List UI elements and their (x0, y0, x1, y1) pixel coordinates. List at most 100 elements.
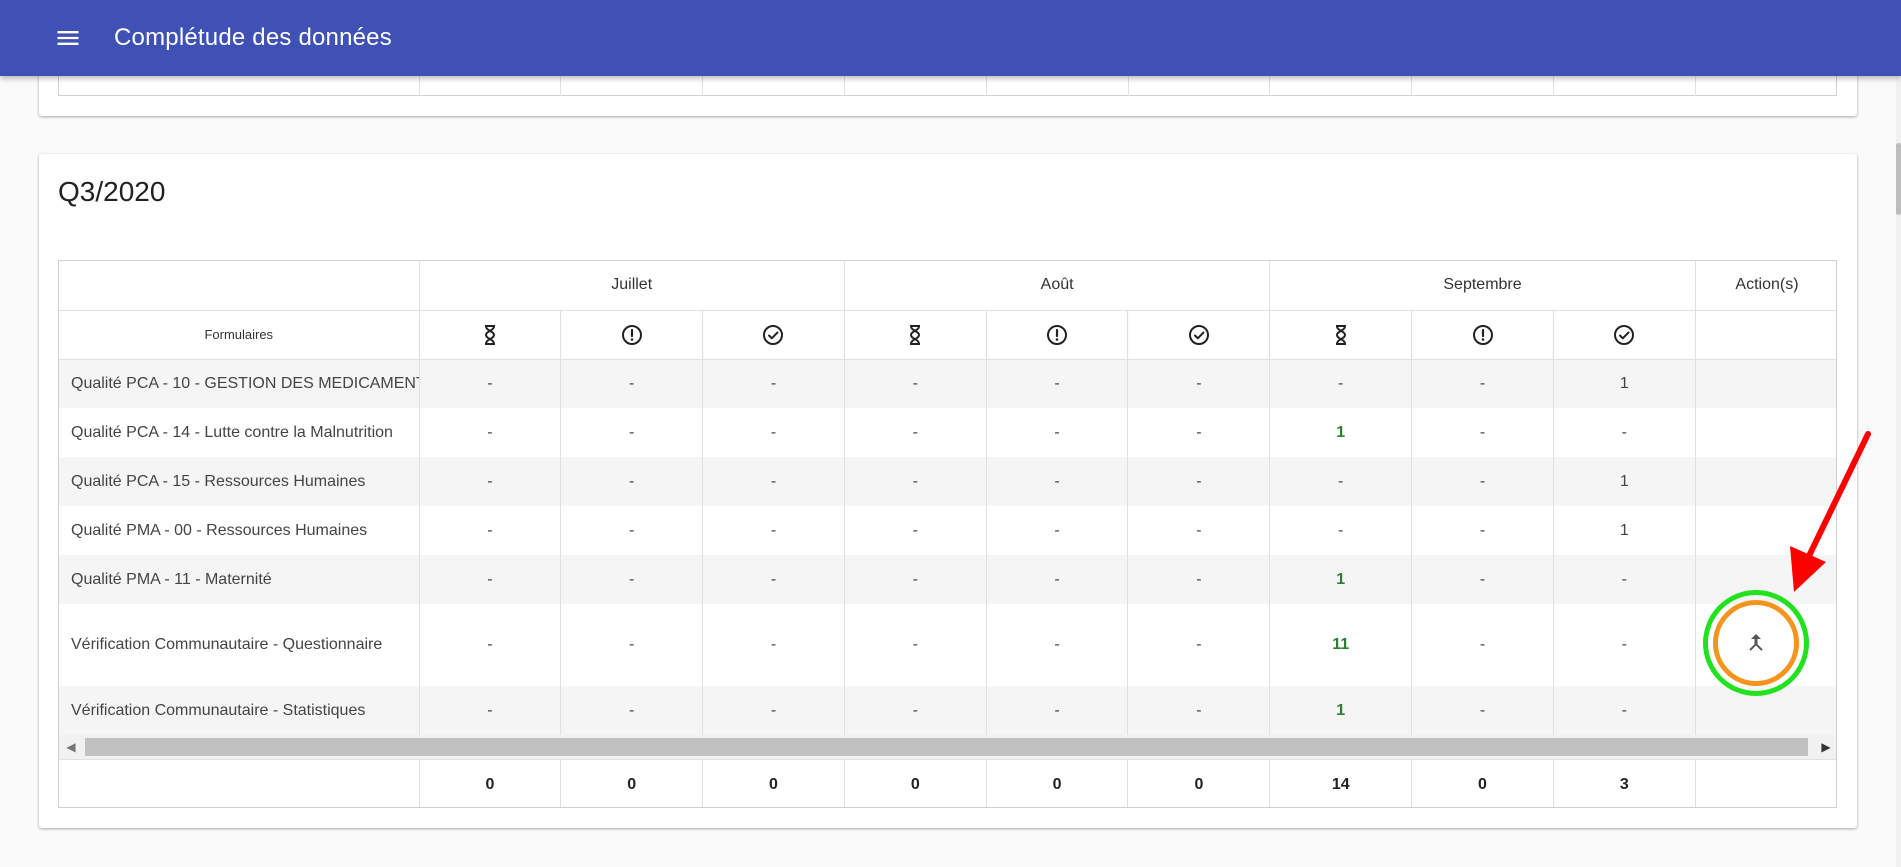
count-cell: - (1553, 604, 1696, 686)
count-value: - (912, 570, 918, 588)
form-name: Qualité PCA - 15 - Ressources Humaines (59, 457, 420, 506)
scroll-right-arrow-icon[interactable]: ▶ (1814, 735, 1836, 759)
count-value: - (770, 423, 777, 441)
count-cell: - (1127, 408, 1271, 457)
table-horizontal-scrollbar-row: ◀ ▶ (59, 735, 1836, 760)
status-icon-row: Formulaires (59, 310, 1836, 360)
count-value: - (629, 701, 635, 719)
menu-icon (57, 31, 79, 45)
count-value: - (1054, 636, 1060, 653)
count-value[interactable]: 1 (1336, 424, 1345, 441)
count-value: - (1621, 423, 1627, 441)
count-value: - (629, 636, 635, 653)
count-value: - (487, 423, 493, 441)
count-value: - (1196, 423, 1202, 441)
count-value: - (912, 521, 918, 539)
form-name: Vérification Communautaire - Statistique… (59, 686, 420, 735)
quarter-card: Q3/2020 Juillet Août Septembre Action(s) (39, 154, 1857, 828)
menu-button[interactable] (44, 14, 92, 62)
count-value: - (1621, 701, 1627, 719)
count-cell: - (1127, 506, 1271, 555)
count-value: - (629, 423, 635, 441)
check-circle-icon (702, 310, 845, 360)
count-cell: - (1411, 555, 1554, 604)
merge-action-button-inner[interactable] (1713, 600, 1799, 686)
count-value: - (1196, 472, 1202, 490)
count-value: - (770, 374, 777, 392)
count-cell: - (560, 359, 704, 408)
horizontal-scrollbar-thumb[interactable] (85, 738, 1808, 756)
count-value[interactable]: 1 (1336, 571, 1345, 588)
hourglass-icon (844, 310, 987, 360)
count-cell: - (986, 408, 1129, 457)
count-cell: - (986, 555, 1129, 604)
count-cell: - (986, 506, 1129, 555)
alert-circle-icon (560, 310, 704, 360)
table-row: Vérification Communautaire - Statistique… (59, 686, 1836, 735)
month-header-september: Septembre (1269, 261, 1696, 311)
table-row: Vérification Communautaire - Questionnai… (59, 604, 1836, 686)
form-name: Qualité PCA - 10 - GESTION DES MEDICAMEN… (59, 359, 420, 408)
count-cell: - (1269, 359, 1413, 408)
table-row: Qualité PCA - 15 - Ressources Humaines - -… (59, 457, 1836, 506)
count-cell: - (844, 555, 987, 604)
total-action-cell (1695, 759, 1836, 807)
count-value: - (912, 701, 918, 719)
table-row: Qualité PMA - 11 - Maternité - - - - - - 1 - - (59, 555, 1836, 604)
count-cell: - (844, 506, 987, 555)
form-name: Vérification Communautaire - Questionnai… (59, 604, 420, 686)
count-cell: - (1553, 555, 1696, 604)
count-value: - (1479, 701, 1486, 719)
merge-icon (1749, 634, 1763, 651)
count-value: - (912, 423, 918, 441)
check-circle-icon (1553, 310, 1696, 360)
count-value: - (1479, 636, 1486, 653)
count-value: - (1621, 636, 1627, 653)
count-value: - (1054, 701, 1060, 719)
count-cell: - (702, 686, 845, 735)
count-cell: - (1411, 506, 1554, 555)
count-cell: - (1553, 686, 1696, 735)
count-cell: 1 (1553, 359, 1696, 408)
count-value: - (487, 636, 493, 653)
form-name: Qualité PMA - 11 - Maternité (59, 555, 420, 604)
action-cell (1695, 359, 1836, 408)
count-value[interactable]: 1 (1336, 702, 1345, 719)
hourglass-icon (1269, 310, 1413, 360)
count-value: - (487, 374, 493, 392)
horizontal-scrollbar[interactable]: ◀ ▶ (59, 735, 1836, 759)
count-value[interactable]: 11 (1332, 636, 1349, 653)
count-value: - (629, 521, 635, 539)
count-cell: - (1411, 408, 1554, 457)
count-cell: 1 (1269, 686, 1413, 735)
count-cell: - (844, 686, 987, 735)
merge-action-button[interactable] (1703, 590, 1809, 696)
count-cell: 1 (1553, 457, 1696, 506)
count-value: - (1054, 521, 1060, 539)
count-cell: 11 (1269, 604, 1413, 686)
count-value: - (1338, 374, 1344, 392)
count-value: - (1479, 521, 1486, 539)
count-cell: - (560, 555, 704, 604)
count-value: - (770, 521, 777, 539)
count-cell: 1 (1269, 555, 1413, 604)
count-cell: - (560, 457, 704, 506)
scroll-left-arrow-icon[interactable]: ◀ (59, 735, 83, 759)
count-cell: - (1269, 457, 1413, 506)
count-cell: - (419, 506, 562, 555)
count-cell: - (986, 686, 1129, 735)
count-value: - (1054, 472, 1060, 490)
count-value: - (1196, 636, 1202, 653)
totals-row: 0 0 0 0 0 0 14 0 3 (59, 759, 1836, 807)
count-value: - (1196, 570, 1202, 588)
check-circle-icon (1127, 310, 1271, 360)
count-value: - (1479, 570, 1486, 588)
actions-subheader (1695, 310, 1836, 360)
page-scrollbar-thumb[interactable] (1896, 143, 1901, 215)
app-bar: Complétude des données (0, 0, 1901, 76)
count-cell: - (702, 408, 845, 457)
count-cell: - (844, 604, 987, 686)
count-cell: - (702, 359, 845, 408)
completeness-table: Juillet Août Septembre Action(s) Formula… (58, 260, 1837, 808)
month-header-july: Juillet (419, 261, 845, 311)
